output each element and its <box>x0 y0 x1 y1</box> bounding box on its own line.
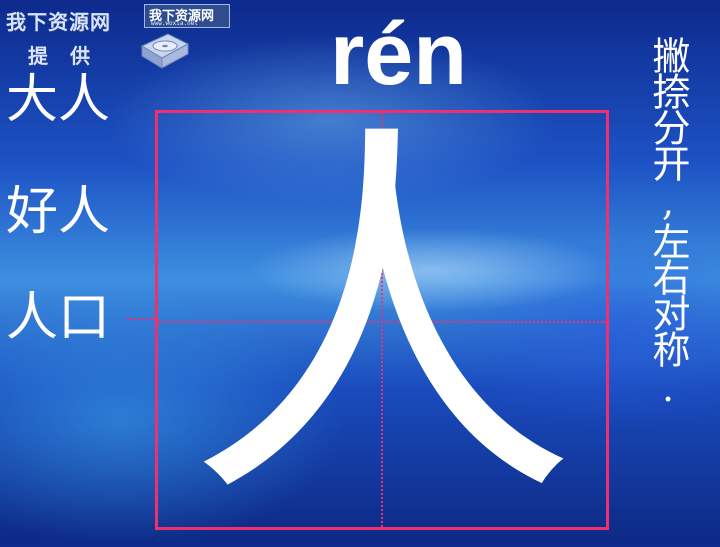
word-item: 人口 <box>6 288 111 348</box>
character-glyph: 人 <box>187 93 577 547</box>
site-logo: 我下资源网 提供 我下资源网 www.woxia.net <box>4 2 230 74</box>
logo-title: 我下资源网 <box>6 10 111 34</box>
character-writing-grid: 人 <box>155 110 609 530</box>
word-item: 大人 <box>6 70 111 130</box>
grid-guide-extension <box>127 318 155 320</box>
pinyin-label: rén <box>330 4 467 103</box>
hard-drive-icon <box>140 33 190 69</box>
stroke-hint: 撇捺分开,左右对称. <box>646 36 690 408</box>
word-item: 好人 <box>6 182 111 242</box>
logo-badge-url: www.woxia.net <box>151 20 198 27</box>
logo-subtitle: 提供 <box>28 44 112 68</box>
logo-badge: 我下资源网 www.woxia.net <box>144 4 230 28</box>
